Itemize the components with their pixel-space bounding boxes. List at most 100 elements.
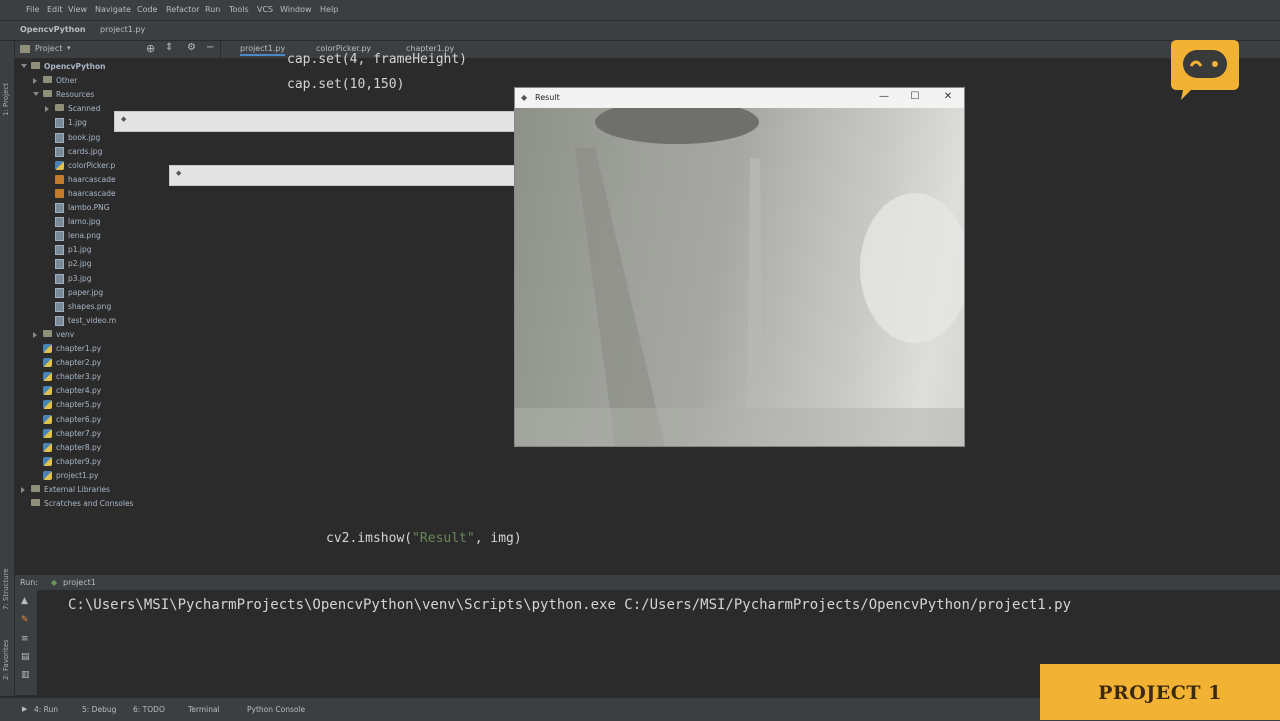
tree-item-label: haarcascade xyxy=(68,174,116,184)
tree-item-label: chapter8.py xyxy=(56,442,102,452)
locate-icon[interactable]: ⊕ xyxy=(146,42,155,55)
collapse-icon[interactable]: ⇕ xyxy=(165,42,173,53)
tree-item-label: colorPicker.p xyxy=(68,160,116,170)
favorites-tool-button[interactable]: 2: Favorites xyxy=(2,639,10,680)
code-token: cv2.imshow( xyxy=(326,531,413,546)
result-titlebar[interactable]: ◆ Result — ☐ ✕ xyxy=(515,88,964,107)
menu-tools[interactable]: Tools xyxy=(229,5,249,14)
chevron-down-icon[interactable] xyxy=(33,92,39,97)
menu-run[interactable]: Run xyxy=(205,5,220,14)
chevron-right-icon[interactable] xyxy=(33,78,37,85)
print-icon[interactable]: ▤ xyxy=(21,652,30,662)
tree-item-label: lambo.PNG xyxy=(68,203,110,212)
tree-item-label: project1.py xyxy=(56,470,99,480)
run-tool-button[interactable]: 4: Run xyxy=(34,705,58,714)
tree-item-label: chapter4.py xyxy=(56,386,102,396)
python-console-tool-button[interactable]: Python Console xyxy=(247,705,305,714)
todo-tool-button[interactable]: 6: TODO xyxy=(133,705,165,714)
code-line[interactable]: cv2.imshow("Result", img) xyxy=(326,531,522,546)
tree-item-label: chapter9.py xyxy=(56,456,102,466)
menu-help[interactable]: Help xyxy=(320,5,338,14)
tree-item-label: Other xyxy=(56,76,78,86)
project-tool-button[interactable]: 1: Project xyxy=(2,83,10,116)
chevron-down-icon[interactable]: ▾ xyxy=(67,44,71,52)
pin-icon[interactable]: ≡ xyxy=(21,634,29,644)
tree-item-label: chapter6.py xyxy=(56,414,102,424)
breadcrumb-project[interactable]: OpencvPython xyxy=(20,25,86,34)
menu-refactor[interactable]: Refactor xyxy=(166,5,200,14)
code-string: "Result" xyxy=(412,531,475,546)
run-console-output[interactable]: C:\Users\MSI\PycharmProjects\OpencvPytho… xyxy=(68,597,1071,613)
dark-blob xyxy=(595,108,759,144)
code-token: , img) xyxy=(474,531,522,546)
close-button[interactable]: ✕ xyxy=(933,90,963,104)
tree-item-label: venv xyxy=(56,329,75,339)
chevron-down-icon[interactable] xyxy=(21,64,27,68)
door-edge xyxy=(747,158,763,408)
hide-icon[interactable]: − xyxy=(206,42,214,53)
tree-item-label: lena.png xyxy=(68,231,101,241)
project-folder-icon xyxy=(20,45,30,53)
tree-item-label: book.jpg xyxy=(68,132,101,142)
run-toolbar: ▲ ✎ ≡ ▤ ▥ xyxy=(15,590,37,695)
window-icon: ◆ xyxy=(176,169,182,177)
tree-item-label: Resources xyxy=(56,90,95,100)
image-file-icon xyxy=(55,315,64,326)
wrench-icon[interactable]: ✎ xyxy=(21,615,29,625)
terminal-tool-button[interactable]: Terminal xyxy=(188,705,220,714)
menu-bar: File Edit View Navigate Code Refactor Run Tools… xyxy=(0,0,1280,20)
image-file-icon xyxy=(55,231,64,242)
folder-icon xyxy=(43,76,52,84)
floor xyxy=(515,408,964,446)
tree-item-label: chapter1.py xyxy=(56,344,102,353)
structure-tool-button[interactable]: 7: Structure xyxy=(2,568,10,610)
logo-eye-right xyxy=(1212,61,1218,67)
minimize-button[interactable]: — xyxy=(869,90,899,104)
chevron-right-icon[interactable] xyxy=(45,106,49,113)
menu-edit[interactable]: Edit xyxy=(47,5,63,14)
python-file-icon xyxy=(55,160,64,170)
image-file-icon xyxy=(55,217,64,228)
tree-item-label: Scanned xyxy=(68,104,101,114)
menu-navigate[interactable]: Navigate xyxy=(95,5,131,14)
folder-icon xyxy=(55,104,64,112)
run-config-tab[interactable]: project1 xyxy=(63,578,96,587)
tab-project1[interactable]: project1.py xyxy=(240,44,286,56)
image-file-icon xyxy=(55,287,64,298)
tree-item-label: Scratches and Consoles xyxy=(44,499,134,509)
run-icon: ▶ xyxy=(22,705,28,713)
python-file-icon xyxy=(43,414,52,424)
webcam-image xyxy=(515,108,964,446)
folder-icon xyxy=(43,329,52,337)
run-panel-header: Run: ◆ project1 xyxy=(15,575,1280,590)
chevron-right-icon[interactable] xyxy=(21,487,25,493)
menu-code[interactable]: Code xyxy=(137,5,157,14)
code-line[interactable]: cap.set(4, frameHeight) xyxy=(287,52,467,67)
chevron-right-icon[interactable] xyxy=(33,331,37,338)
debug-tool-button[interactable]: 5: Debug xyxy=(82,705,116,714)
menu-file[interactable]: File xyxy=(26,5,39,14)
tree-item-label: External Libraries xyxy=(44,485,110,494)
menu-vcs[interactable]: VCS xyxy=(257,5,273,14)
tree-item-label: p3.jpg xyxy=(68,273,92,283)
menu-view[interactable]: View xyxy=(68,5,87,14)
project-banner: PROJECT 1 xyxy=(1040,664,1280,720)
tree-item-label: chapter3.py xyxy=(56,372,102,382)
python-icon: ◆ xyxy=(51,578,58,587)
code-line[interactable]: cap.set(10,150) xyxy=(287,77,404,92)
python-file-icon xyxy=(43,428,52,438)
channel-logo xyxy=(1171,40,1239,100)
maximize-button[interactable]: ☐ xyxy=(900,90,930,104)
breadcrumb-file[interactable]: project1.py xyxy=(100,25,145,34)
tree-item-label: 1.jpg xyxy=(68,118,87,128)
result-window[interactable]: ◆ Result — ☐ ✕ xyxy=(514,87,965,447)
menu-window[interactable]: Window xyxy=(280,5,312,14)
folder-icon xyxy=(31,62,40,69)
image-file-icon xyxy=(55,132,64,143)
rerun-icon[interactable]: ▲ xyxy=(21,596,28,606)
gear-icon[interactable]: ⚙ xyxy=(187,42,196,53)
delete-icon[interactable]: ▥ xyxy=(21,670,30,680)
tree-item-label: shapes.png xyxy=(68,301,112,311)
folder-icon xyxy=(43,90,52,98)
project-view-selector[interactable]: Project xyxy=(35,44,62,53)
